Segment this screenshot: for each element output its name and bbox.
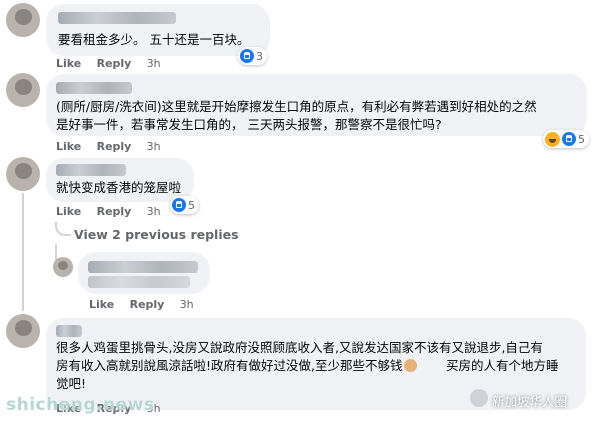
like-reaction-icon xyxy=(562,132,576,146)
haha-reaction-icon xyxy=(545,131,560,147)
comment-actions: Like Reply 3h xyxy=(56,140,161,153)
reaction-count: 5 xyxy=(188,198,195,212)
comment-text: 很多人鸡蛋里挑骨头,没房又說政府没照顾底收入者,又說发达国家不该有又說退步,自己… xyxy=(56,340,543,355)
reaction-count: 5 xyxy=(578,132,585,146)
avatar[interactable] xyxy=(53,257,73,277)
comment-text-line: 房有收入高就别說風涼話啦!政府有做好过没做,至少那些不够钱 xyxy=(56,356,418,375)
comment-text: 觉吧! xyxy=(56,376,87,391)
comment-actions: Like Reply 3h xyxy=(89,298,194,311)
avatar[interactable] xyxy=(6,73,40,107)
view-previous-replies-link[interactable]: View 2 previous replies xyxy=(74,227,239,242)
reaction-count: 3 xyxy=(256,49,263,63)
blurred-username[interactable] xyxy=(88,261,198,273)
comment-time[interactable]: 3h xyxy=(147,57,161,70)
emoji-icon xyxy=(403,359,417,372)
reaction-summary[interactable]: 3 xyxy=(238,47,267,65)
comment-bubble xyxy=(78,252,210,294)
avatar[interactable] xyxy=(6,314,40,348)
comment-text: 买房的人有个地方睡 xyxy=(446,358,559,373)
comment-text: (厕所/厨房/洗衣间)这里就是开始摩擦发生口角的原点，有利必有弊若遇到好相处的之… xyxy=(56,99,537,114)
blurred-username[interactable] xyxy=(58,12,176,24)
avatar[interactable] xyxy=(6,157,40,191)
watermark-logo-icon xyxy=(470,389,488,407)
blurred-username[interactable] xyxy=(56,82,132,94)
comment-bubble: (厕所/厨房/洗衣间)这里就是开始摩擦发生口角的原点，有利必有弊若遇到好相处的之… xyxy=(46,74,587,136)
comment-time[interactable]: 3h xyxy=(147,140,161,153)
avatar[interactable] xyxy=(6,3,40,37)
blurred-username[interactable] xyxy=(56,164,126,176)
comment-text: 就快变成香港的笼屋啦 xyxy=(56,180,182,195)
reaction-summary[interactable]: 5 xyxy=(170,196,199,214)
comment-text: 要看租金多少。 五十还是一百块。 xyxy=(58,32,250,47)
thread-line xyxy=(22,193,24,311)
comment-bubble: 要看租金多少。 五十还是一百块。 xyxy=(46,4,270,56)
blurred-comment-text xyxy=(88,276,190,288)
comment-text: 是好事一件，若事常发生口角的， 三天两头报警，那警察不是很忙吗? xyxy=(56,117,442,132)
like-link[interactable]: Like xyxy=(56,140,81,153)
reaction-summary[interactable]: 5 xyxy=(543,130,589,148)
comment-text: 房有收入高就别說風涼話啦!政府有做好过没做,至少那些不够钱 xyxy=(56,358,403,373)
blurred-username[interactable] xyxy=(56,325,82,337)
watermark-left: shicheng.news xyxy=(6,395,155,415)
reply-link[interactable]: Reply xyxy=(97,140,132,153)
reply-link[interactable]: Reply xyxy=(130,298,165,311)
watermark-right: 新加坡华人圈 xyxy=(492,394,568,409)
comment-actions: Like Reply 3h xyxy=(56,57,161,70)
like-reaction-icon xyxy=(172,198,186,212)
like-reaction-icon xyxy=(240,49,254,63)
comment-time[interactable]: 3h xyxy=(147,205,161,218)
comment-time[interactable]: 3h xyxy=(180,298,194,311)
thread-connector xyxy=(55,222,71,236)
reply-link[interactable]: Reply xyxy=(97,57,132,70)
like-link[interactable]: Like xyxy=(89,298,114,311)
reply-link[interactable]: Reply xyxy=(97,205,132,218)
comment-bubble: 就快变成香港的笼屋啦 xyxy=(46,158,194,202)
like-link[interactable]: Like xyxy=(56,205,81,218)
comment-actions: Like Reply 3h xyxy=(56,205,161,218)
like-link[interactable]: Like xyxy=(56,57,81,70)
